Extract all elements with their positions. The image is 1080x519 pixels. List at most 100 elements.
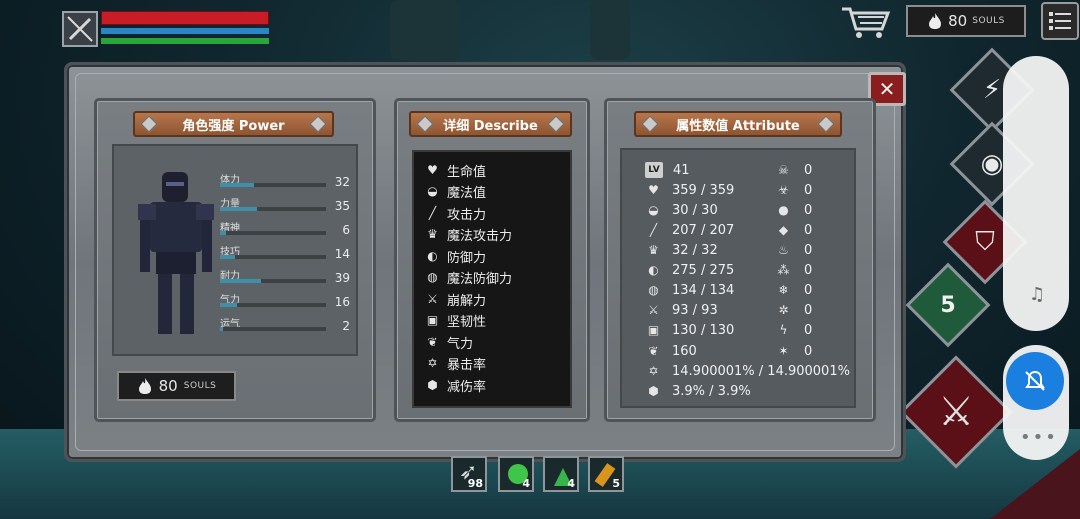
- stat-fill: [220, 279, 262, 283]
- resistance-row: ♨ 0: [775, 240, 812, 260]
- stat-fill: [220, 231, 227, 235]
- describe-label: 气力: [447, 336, 474, 352]
- describe-label: 生命值: [447, 164, 487, 180]
- system-side-panel: ♫: [1003, 56, 1069, 331]
- quick-slot-green-flask[interactable]: 4: [543, 456, 579, 492]
- close-icon: ✕: [878, 77, 896, 101]
- describe-label: 攻击力: [447, 207, 487, 223]
- attribute-value: 41: [673, 162, 690, 178]
- stat-row: 精神 6: [220, 219, 350, 239]
- resistance-value: 0: [804, 322, 813, 338]
- stat-track: [220, 255, 326, 259]
- resistance-row: ⁂ 0: [775, 260, 813, 280]
- shield-icon: ⛉: [975, 226, 995, 257]
- slot-count: 4: [522, 477, 530, 490]
- list-menu-icon: [1049, 12, 1071, 30]
- describe-item: ⚔ 崩解力: [424, 289, 486, 309]
- resistance-value: 0: [804, 242, 813, 258]
- resistance-row: ✶ 0: [775, 341, 812, 361]
- stat-row: 耐力 39: [220, 267, 350, 287]
- guard-icon: ⬢: [427, 378, 438, 392]
- describe-item: ╱ 攻击力: [424, 203, 486, 223]
- describe-item: ❦ 气力: [424, 332, 473, 352]
- stat-fill: [220, 183, 254, 187]
- stat-fill: [220, 255, 235, 259]
- quick-slot-green-potion[interactable]: 4: [498, 456, 534, 492]
- describe-label: 防御力: [447, 250, 487, 266]
- mute-media-icon[interactable]: ♫: [1029, 284, 1045, 305]
- describe-label: 暴击率: [447, 357, 487, 373]
- resistance-row: ● 0: [775, 200, 812, 220]
- attribute-row: ◒ 30 / 30: [645, 200, 718, 220]
- heart-icon: ♥: [648, 183, 659, 197]
- burn-icon: ⁂: [777, 263, 790, 277]
- sword-icon: [67, 16, 93, 42]
- describe-item: ⬢ 减伤率: [424, 375, 486, 395]
- attribute-row: ◐ 275 / 275: [645, 260, 734, 280]
- describe-item: ◍ 魔法防御力: [424, 267, 512, 287]
- shield-icon: ◐: [427, 249, 438, 263]
- attribute-value: 93 / 93: [672, 302, 718, 318]
- stat-row: 体力 32: [220, 171, 350, 191]
- ribbon-gem: [817, 115, 835, 133]
- notification-mute-button[interactable]: [1006, 352, 1064, 410]
- stamina-bar: [101, 38, 269, 44]
- stat-row: 技巧 14: [220, 243, 350, 263]
- resistance-row: ϟ0: [775, 320, 813, 340]
- describe-title: 详细 Describe: [443, 118, 538, 134]
- heart-icon: ♥: [427, 163, 438, 177]
- ribbon-gem: [547, 115, 565, 133]
- lungs-icon: ❦: [427, 335, 438, 349]
- resistance-value: 0: [804, 222, 813, 238]
- describe-label: 崩解力: [447, 293, 487, 309]
- quick-slot-orange-flask[interactable]: 5: [588, 456, 624, 492]
- armor-icon: ▣: [647, 323, 660, 337]
- attribute-row: ▣ 130 / 130: [645, 320, 734, 340]
- slot-count: 5: [612, 477, 620, 490]
- stat-fill: [220, 207, 258, 211]
- quick-slot-arrows[interactable]: ➶ 98: [451, 456, 487, 492]
- armor-icon: ▣: [426, 313, 439, 327]
- attribute-title-ribbon: 属性数值 Attribute: [634, 111, 842, 137]
- power-title-ribbon: 角色强度 Power: [133, 111, 334, 137]
- player-portrait[interactable]: [62, 11, 98, 47]
- health-bar: [101, 11, 269, 25]
- attribute-value: 160: [672, 343, 697, 359]
- more-options-icon[interactable]: •••: [1020, 427, 1058, 448]
- stat-track: [220, 279, 326, 283]
- slot-count: 4: [567, 477, 575, 490]
- stat-value: 6: [342, 223, 350, 237]
- resistance-value: 0: [804, 343, 813, 359]
- sword-icon: ╱: [428, 206, 437, 220]
- souls-count: 80: [158, 377, 178, 395]
- stat-value: 35: [334, 199, 350, 213]
- shop-cart-button[interactable]: [838, 3, 892, 41]
- describe-label: 魔法值: [447, 185, 487, 201]
- attribute-value: 14.900001% / 14.900001%: [672, 363, 850, 379]
- menu-button[interactable]: [1041, 2, 1079, 40]
- fire-icon: ♨: [778, 243, 789, 257]
- eye-icon: ◉: [980, 149, 1004, 179]
- helmet-icon: ◒: [427, 184, 438, 198]
- attribute-value: 30 / 30: [672, 202, 718, 218]
- running-man-icon: ⚡: [982, 75, 1002, 105]
- resistance-value: 0: [804, 282, 813, 298]
- souls-counter: 80 SOULS: [906, 5, 1026, 37]
- background-pillar: [390, 0, 460, 60]
- stat-row: 气力 16: [220, 291, 350, 311]
- stat-fill: [220, 327, 224, 331]
- stat-track: [220, 303, 326, 307]
- crown-icon: ♛: [648, 243, 659, 257]
- blood-drop-icon: ●: [778, 203, 789, 217]
- attribute-row: ♥ 359 / 359: [645, 180, 734, 200]
- attribute-row: LV 41: [645, 160, 690, 180]
- guard-icon: ⬢: [648, 384, 659, 398]
- power-souls-counter: 80 SOULS: [117, 371, 236, 401]
- frost-icon: ✲: [778, 303, 789, 317]
- resistance-value: 0: [804, 162, 813, 178]
- describe-title-ribbon: 详细 Describe: [409, 111, 572, 137]
- stat-track: [220, 207, 326, 211]
- shield-icon: ◐: [648, 263, 659, 277]
- bell-off-icon: [1025, 370, 1045, 391]
- describe-item: ♛ 魔法攻击力: [424, 224, 512, 244]
